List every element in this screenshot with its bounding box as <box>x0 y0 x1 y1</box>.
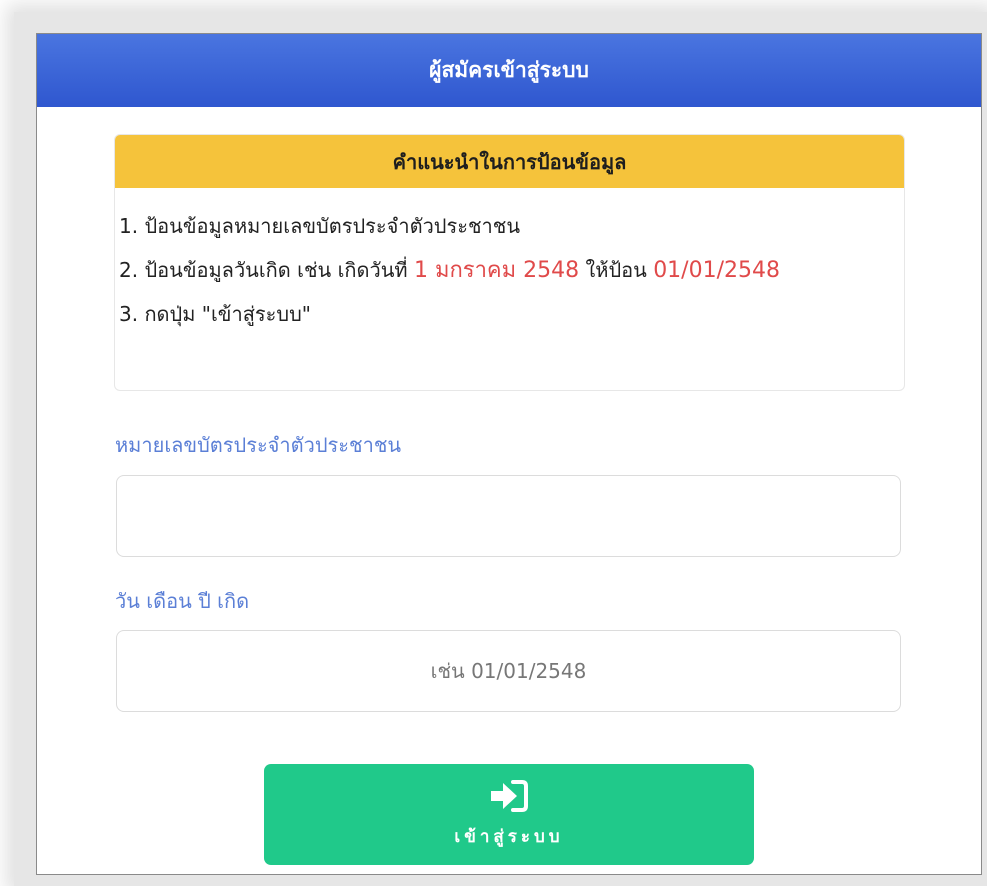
birthdate-label: วัน เดือน ปี เกิด <box>115 589 250 613</box>
instruction-step-3: 3. กดปุ่ม "เข้าสู่ระบบ" <box>119 302 311 326</box>
instructions-header: คำแนะนำในการป้อนข้อมูล <box>115 135 904 188</box>
card-title: ผู้สมัครเข้าสู่ระบบ <box>429 58 589 82</box>
card-header: ผู้สมัครเข้าสู่ระบบ <box>37 34 981 107</box>
login-button[interactable]: เข้าสู่ระบบ <box>264 764 754 865</box>
id-number-label: หมายเลขบัตรประจำตัวประชาชน <box>115 433 402 457</box>
birthdate-input[interactable] <box>116 630 901 712</box>
instructions-panel: คำแนะนำในการป้อนข้อมูล 1. ป้อนข้อมูลหมาย… <box>114 134 905 391</box>
instruction-step-2: 2. ป้อนข้อมูลวันเกิด เช่น เกิดวันที่ 1 ม… <box>119 256 904 300</box>
id-number-input[interactable] <box>116 475 901 557</box>
login-button-label: เข้าสู่ระบบ <box>454 827 564 846</box>
instructions-title: คำแนะนำในการป้อนข้อมูล <box>392 149 627 174</box>
sign-in-icon <box>491 780 528 812</box>
instructions-list: 1. ป้อนข้อมูลหมายเลขบัตรประจำตัวประชาชน … <box>115 188 904 344</box>
instruction-step-1: 1. ป้อนข้อมูลหมายเลขบัตรประจำตัวประชาชน <box>119 214 521 238</box>
example-date: 1 มกราคม 2548 <box>413 258 580 283</box>
instruction-step-2-middle: ให้ป้อน <box>579 258 654 282</box>
login-card: ผู้สมัครเข้าสู่ระบบ คำแนะนำในการป้อนข้อม… <box>36 33 982 875</box>
example-format: 01/01/2548 <box>653 258 780 283</box>
instruction-step-2-prefix: 2. ป้อนข้อมูลวันเกิด เช่น เกิดวันที่ <box>119 258 414 282</box>
